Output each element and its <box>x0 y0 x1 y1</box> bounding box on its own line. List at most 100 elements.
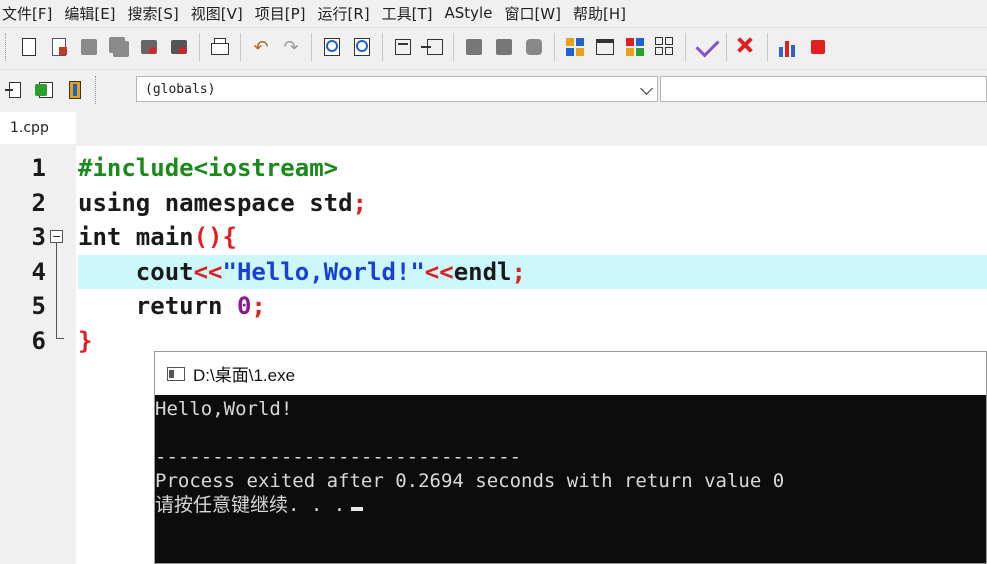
code-line[interactable]: int main(){ <box>78 220 987 254</box>
code-token: cout <box>78 257 194 286</box>
unindent-icon[interactable] <box>421 35 445 59</box>
code-token: "Hello,World!" <box>222 257 425 286</box>
compile-check-icon[interactable] <box>694 33 720 59</box>
code-token: << <box>193 257 223 286</box>
toolbar-grip[interactable] <box>95 76 99 104</box>
close-all-icon[interactable] <box>167 35 191 59</box>
save-icon[interactable] <box>77 35 101 59</box>
console-line-text: Process exited after 0.2694 seconds with… <box>155 470 785 492</box>
goto-breakpoint-icon[interactable] <box>492 35 516 59</box>
menu-item-9[interactable]: 帮助[H] <box>571 3 636 24</box>
menu-item-8[interactable]: 窗口[W] <box>502 3 571 24</box>
tab-label: 1.cpp <box>10 120 49 136</box>
add-to-project-icon[interactable] <box>33 78 57 102</box>
console-title: D:\桌面\1.exe <box>193 366 296 385</box>
line-number: 1 <box>31 154 46 182</box>
print-icon[interactable] <box>208 35 232 59</box>
fold-guide-end <box>56 338 64 339</box>
code-token: 0 <box>236 292 252 320</box>
code-line-current[interactable]: cout<<"Hello,World!"<<endl; <box>78 254 987 289</box>
plugin-icon[interactable] <box>806 35 830 59</box>
fold-guide-line <box>56 243 57 339</box>
console-title-bar[interactable]: D:\桌面\1.exe <box>155 352 986 395</box>
find-icon[interactable] <box>320 35 344 59</box>
toggle-comment-icon[interactable] <box>522 35 546 59</box>
line-number: 2 <box>31 188 46 217</box>
toolbar-grip[interactable] <box>5 33 9 61</box>
new-file-icon[interactable] <box>17 35 41 59</box>
toolbar-separator <box>726 33 727 61</box>
line-number: 3 <box>31 223 46 251</box>
replace-icon[interactable] <box>350 35 374 59</box>
stop-icon[interactable] <box>735 35 759 59</box>
code-token: } <box>78 326 93 355</box>
code-token: int main <box>78 223 194 251</box>
console-line-text: Hello,World! <box>155 398 293 420</box>
code-token: << <box>424 257 454 286</box>
line-number-gutter: 1 2 3 4 5 6 <box>0 146 76 564</box>
fold-toggle-icon[interactable] <box>50 230 63 243</box>
editor-tab-strip: 1.cpp <box>0 112 987 144</box>
menu-bar: 文件[F] 编辑[E] 搜索[S] 视图[V] 项目[P] 运行[R] 工具[T] AStyl… <box>0 0 987 26</box>
toolbar-separator <box>685 33 686 61</box>
code-token: using namespace std <box>78 188 353 217</box>
toolbar-separator <box>767 33 768 61</box>
menu-item-0[interactable]: 文件[F] <box>0 3 62 24</box>
menu-item-5[interactable]: 运行[R] <box>315 3 379 24</box>
bookmark-icon[interactable] <box>63 78 87 102</box>
console-app-icon <box>167 366 185 381</box>
chevron-down-icon[interactable] <box>640 82 653 95</box>
tab-1-cpp[interactable]: 1.cpp <box>0 112 76 144</box>
indent-icon[interactable] <box>391 35 415 59</box>
code-token: (){ <box>193 223 237 251</box>
code-line[interactable]: using namespace std; <box>78 186 987 220</box>
code-token: ; <box>251 292 266 320</box>
toolbar-separator <box>554 33 555 61</box>
toolbar-separator <box>453 33 454 61</box>
menu-item-1[interactable]: 编辑[E] <box>62 3 125 24</box>
close-icon[interactable] <box>137 35 161 59</box>
class-browser-icon[interactable] <box>623 35 647 59</box>
main-toolbar: ↶ ↷ <box>0 27 987 66</box>
menu-item-7[interactable]: AStyle <box>443 4 503 22</box>
console-output-line: Hello,World! <box>155 397 986 421</box>
redo-icon[interactable]: ↷ <box>279 35 303 59</box>
console-output-line: Process exited after 0.2694 seconds with… <box>155 469 986 493</box>
member-combobox[interactable] <box>660 76 987 102</box>
menu-item-4[interactable]: 项目[P] <box>253 3 316 24</box>
save-all-icon[interactable] <box>107 35 131 59</box>
code-line[interactable]: return 0; <box>78 289 987 323</box>
console-line-text: 请按任意键继续. . . <box>155 494 346 516</box>
toolbar-separator <box>240 33 241 61</box>
line-number: 6 <box>31 326 46 355</box>
new-project-icon[interactable] <box>563 35 587 59</box>
scope-combobox-value: (globals) <box>145 81 216 97</box>
menu-item-6[interactable]: 工具[T] <box>380 3 443 24</box>
console-output[interactable]: Hello,World! ----------------------------… <box>155 395 986 517</box>
scope-combobox[interactable]: (globals) <box>136 76 658 102</box>
code-token: return <box>78 292 237 320</box>
menu-item-2[interactable]: 搜索[S] <box>126 3 189 24</box>
code-line[interactable]: #include<iostream> <box>78 151 987 185</box>
console-window[interactable]: D:\桌面\1.exe Hello,World! ----------------… <box>154 351 987 564</box>
toolbar-separator <box>199 33 200 61</box>
code-token: ; <box>352 188 367 217</box>
open-file-icon[interactable] <box>47 35 71 59</box>
menu-item-3[interactable]: 视图[V] <box>189 3 253 24</box>
line-number: 4 <box>31 257 46 286</box>
text-cursor <box>351 507 364 511</box>
line-number: 5 <box>31 292 46 320</box>
toggle-breakpoint-icon[interactable] <box>462 35 486 59</box>
undo-icon[interactable]: ↶ <box>249 35 273 59</box>
grid-icon[interactable] <box>653 35 677 59</box>
window-icon[interactable] <box>593 35 617 59</box>
code-token: ; <box>511 257 526 286</box>
code-token: #include<iostream> <box>78 154 339 182</box>
insert-icon[interactable] <box>3 78 27 102</box>
code-token: endl <box>453 257 512 286</box>
toolbar-separator <box>382 33 383 61</box>
console-output-line: 请按任意键继续. . . <box>155 493 986 517</box>
chart-icon[interactable] <box>776 35 800 59</box>
console-line-text: -------------------------------- <box>155 446 522 468</box>
